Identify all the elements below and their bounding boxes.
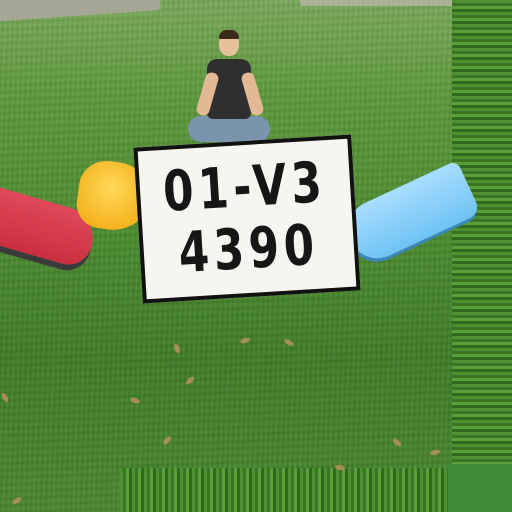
stretched-edge-bottom <box>120 468 450 512</box>
photo-scene: 01-V3 4390 <box>0 0 512 512</box>
footpath-far <box>300 0 460 6</box>
stretched-edge-right <box>452 0 512 512</box>
person-legs <box>188 116 270 142</box>
license-plate: 01-V3 4390 <box>133 134 361 304</box>
seated-person <box>188 30 270 148</box>
corner-patch <box>448 464 512 512</box>
plate-line-2: 4390 <box>176 212 321 287</box>
person-hair <box>219 30 239 39</box>
